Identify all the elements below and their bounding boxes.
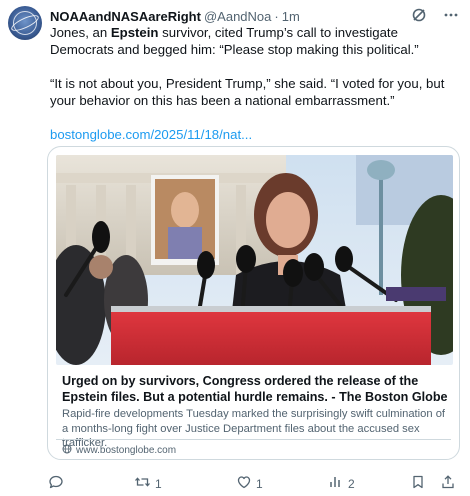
reply-icon <box>48 474 64 493</box>
views-button[interactable]: 2 <box>328 474 355 493</box>
heart-icon <box>236 474 252 493</box>
reply-button[interactable] <box>48 474 68 493</box>
link-preview-card[interactable]: Urged on by survivors, Congress ordered … <box>47 146 460 460</box>
tweet-paragraph-1: Jones, an Epstein survivor, cited Trump’… <box>50 25 419 57</box>
repost-count: 1 <box>155 476 162 491</box>
bold-keyword: Epstein <box>110 25 159 40</box>
card-domain[interactable]: www.bostonglobe.com <box>62 444 176 457</box>
timestamp[interactable]: 1m <box>282 9 300 24</box>
share-button[interactable] <box>440 474 456 493</box>
like-button[interactable]: 1 <box>236 474 263 493</box>
bookmark-button[interactable] <box>410 474 426 493</box>
bookmark-icon <box>410 474 426 493</box>
card-domain-text: www.bostonglobe.com <box>76 445 177 456</box>
views-icon <box>328 474 344 493</box>
views-count: 2 <box>348 476 355 491</box>
share-icon <box>440 474 456 493</box>
more-icon[interactable] <box>442 6 460 24</box>
action-bar: 1 1 2 <box>40 474 460 492</box>
like-count: 1 <box>256 476 263 491</box>
tweet-paragraph-2: “It is not about you, President Trump,” … <box>50 76 445 108</box>
repost-button[interactable]: 1 <box>134 474 162 493</box>
link-icon <box>62 444 72 457</box>
avatar[interactable] <box>8 6 42 40</box>
display-name[interactable]: NOAAandNASAareRight <box>50 9 201 24</box>
tweet-text: Jones, an Epstein survivor, cited Trump’… <box>50 24 455 143</box>
grok-icon[interactable] <box>410 6 428 24</box>
tweet-link[interactable]: bostonglobe.com/2025/11/18/nat... <box>50 127 252 142</box>
header-icons <box>410 6 460 24</box>
card-image[interactable] <box>56 155 453 365</box>
separator-dot: · <box>274 8 279 24</box>
tweet-header: NOAAandNASAareRight @AandNoa · 1m <box>50 6 460 26</box>
tweet[interactable]: NOAAandNASAareRight @AandNoa · 1m Jones,… <box>0 0 470 496</box>
repost-icon <box>134 474 151 493</box>
user-handle[interactable]: @AandNoa <box>204 9 271 24</box>
card-title[interactable]: Urged on by survivors, Congress ordered … <box>62 373 452 405</box>
card-divider <box>56 439 451 440</box>
